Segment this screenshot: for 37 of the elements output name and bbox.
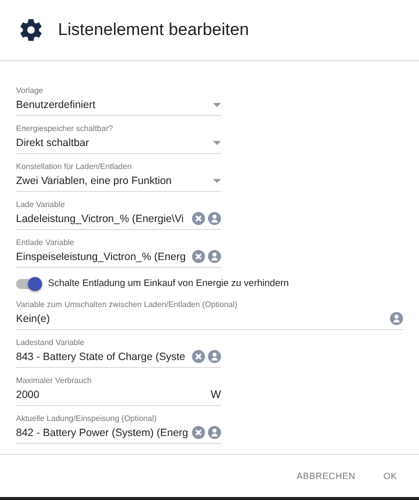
clear-icon[interactable] xyxy=(192,212,205,225)
field-label: Variable zum Umschalten zwischen Laden/Entladen (Optional) xyxy=(16,299,238,310)
dropdown-field[interactable]: Zwei Variablen, eine pro Funktion xyxy=(16,172,221,192)
field-label: Aktuelle Ladung/Einspeisung (Optional) xyxy=(16,413,158,424)
person-circle-icon[interactable] xyxy=(208,350,221,363)
field-label: Ladestand Variable xyxy=(16,337,86,348)
dropdown-field[interactable]: Benutzerdefiniert xyxy=(16,96,221,116)
number-field[interactable]: 2000 xyxy=(16,388,208,400)
person-circle-icon[interactable] xyxy=(208,426,221,439)
variable-field[interactable]: Einspeiseleistung_Victron_% (Energ xyxy=(16,250,189,262)
field-label: Entlade Variable xyxy=(16,237,76,248)
person-circle-icon[interactable] xyxy=(390,312,403,325)
field-label: Konstellation für Laden/Entladen xyxy=(16,161,133,172)
clear-icon[interactable] xyxy=(192,250,205,263)
clear-icon[interactable] xyxy=(192,350,205,363)
cancel-button[interactable]: ABBRECHEN xyxy=(288,465,364,487)
person-circle-icon[interactable] xyxy=(208,212,221,225)
unit-label: W xyxy=(210,388,221,400)
dropdown-caret-icon[interactable] xyxy=(213,102,221,106)
dropdown-caret-icon[interactable] xyxy=(213,140,221,144)
field-label: Energiespeicher schaltbar? xyxy=(16,123,114,134)
settings-icon xyxy=(18,17,44,43)
variable-field[interactable]: 842 - Battery Power (System) (Energ xyxy=(16,426,189,438)
ok-button[interactable]: OK xyxy=(375,465,405,487)
dropdown-field[interactable]: Direkt schaltbar xyxy=(16,134,221,154)
variable-field[interactable]: Kein(e) xyxy=(16,312,387,324)
dropdown-caret-icon[interactable] xyxy=(213,178,221,182)
field-label: Lade Variable xyxy=(16,199,66,210)
field-label: Vorlage xyxy=(16,85,44,96)
person-circle-icon[interactable] xyxy=(208,250,221,263)
variable-field[interactable]: 843 - Battery State of Charge (Syste xyxy=(16,350,189,362)
toggle-switch[interactable] xyxy=(16,278,40,288)
dialog-title: Listenelement bearbeiten xyxy=(58,20,249,40)
variable-field[interactable]: Ladeleistung_Victron_% (Energie\Vi xyxy=(16,212,189,224)
field-label: Maximaler Verbrauch xyxy=(16,375,93,386)
clear-icon[interactable] xyxy=(192,426,205,439)
toggle-label: Schalte Entladung um Einkauf von Energie zu verhindern xyxy=(48,278,289,289)
